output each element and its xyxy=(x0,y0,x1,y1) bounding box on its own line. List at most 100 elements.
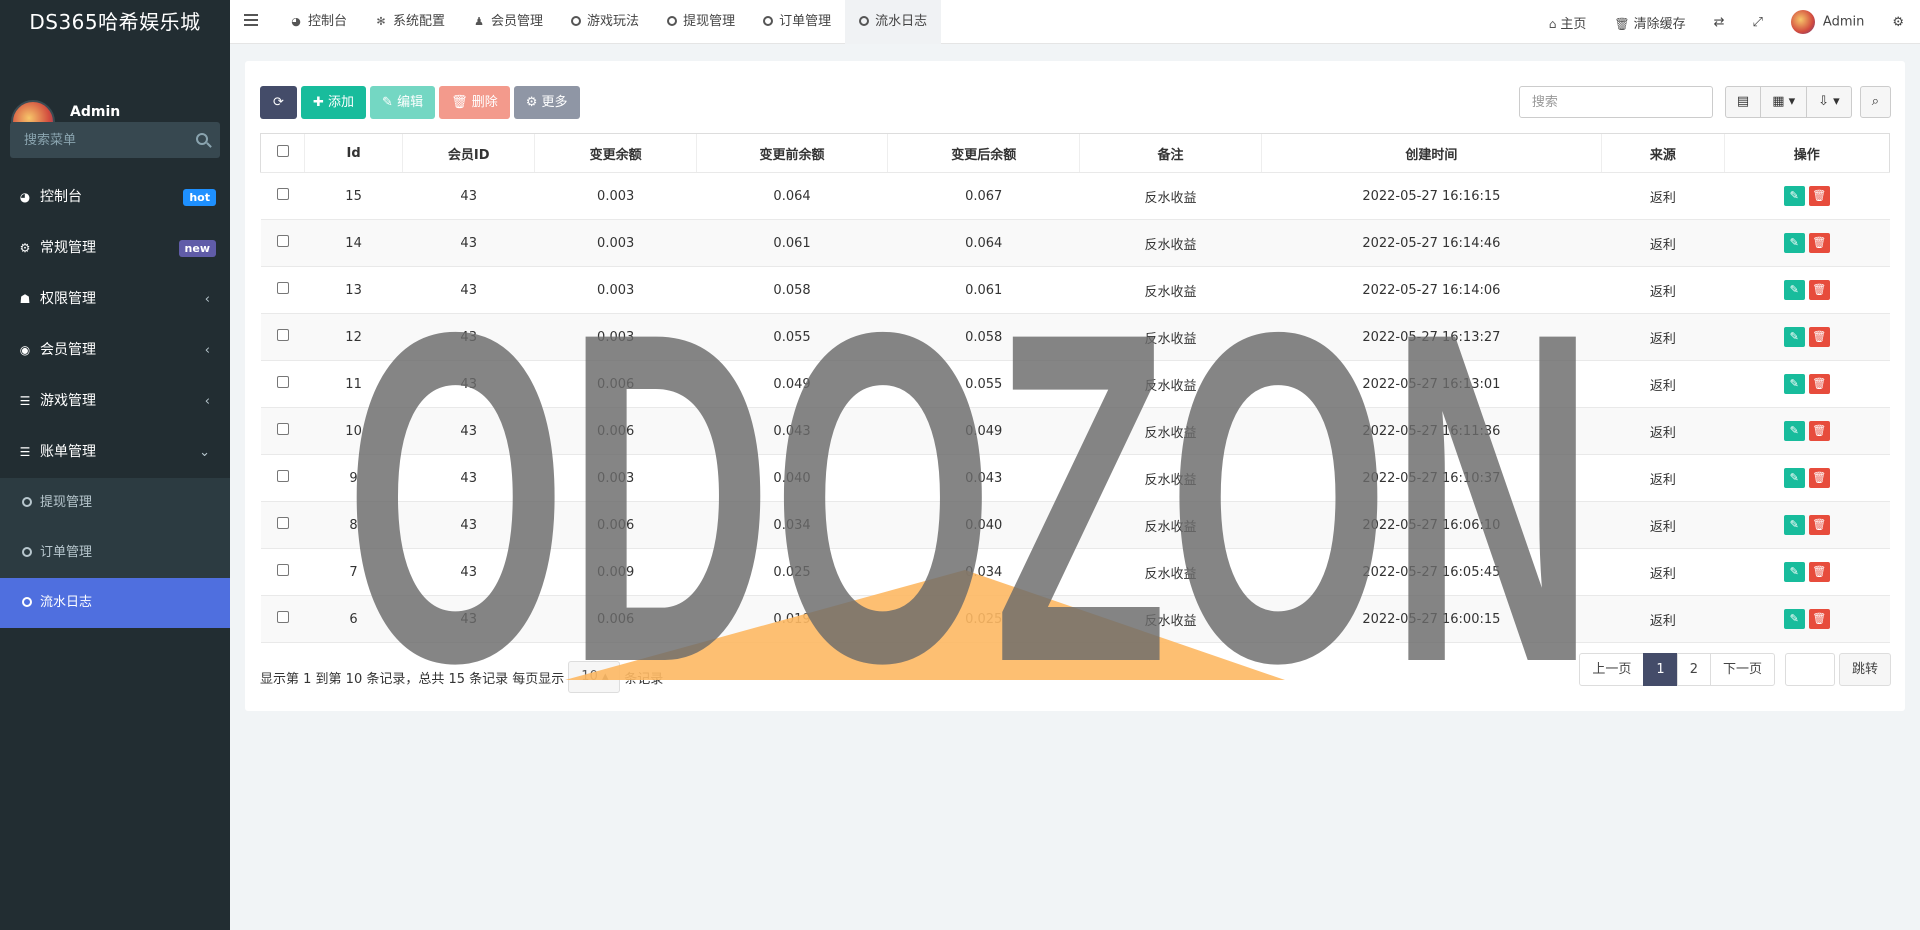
table-row[interactable]: 12 43 0.003 0.055 0.058 反水收益 2022-05-27 16:13:… xyxy=(260,313,1890,361)
row-checkbox[interactable] xyxy=(276,235,289,247)
fullscreen-icon[interactable]: ⤢ xyxy=(1753,15,1763,30)
cell-source-link[interactable]: 返利 xyxy=(1601,360,1725,408)
sidebar-item-dashboard[interactable]: ◕ 控制台 hot xyxy=(0,172,230,223)
sidebar-item-game[interactable]: ☰ 游戏管理 ‹ xyxy=(0,376,230,427)
tab-member[interactable]: ♟ 会员管理 xyxy=(459,0,557,44)
table-row[interactable]: 13 43 0.003 0.058 0.061 反水收益 2022-05-27 16:14:… xyxy=(260,266,1890,314)
row-checkbox[interactable] xyxy=(276,423,289,435)
edit-row-button[interactable]: ✎ xyxy=(1783,327,1805,347)
delete-row-button[interactable]: 🗑 xyxy=(1808,233,1830,253)
row-checkbox[interactable] xyxy=(276,564,289,576)
home-link[interactable]: ⌂ 主页 xyxy=(1549,13,1587,32)
column-header[interactable]: 创建时间 xyxy=(1260,133,1602,173)
column-header[interactable]: Id xyxy=(304,133,403,173)
column-header[interactable]: 会员ID xyxy=(402,133,535,173)
cell-source-link[interactable]: 返利 xyxy=(1601,501,1725,549)
tab-dashboard[interactable]: ◕ 控制台 xyxy=(276,0,361,44)
delete-row-button[interactable]: 🗑 xyxy=(1808,515,1830,535)
cell-source-link[interactable]: 返利 xyxy=(1601,407,1725,455)
toggle-view-button[interactable]: ▤ xyxy=(1724,86,1762,118)
sidebar-item-permission[interactable]: ☗ 权限管理 ‹ xyxy=(0,274,230,325)
more-button[interactable]: ⚙ 更多 xyxy=(513,86,580,119)
table-row[interactable]: 10 43 0.006 0.043 0.049 反水收益 2022-05-27 16:11:… xyxy=(260,407,1890,455)
sidebar-item-bill[interactable]: ☰ 账单管理 ⌄ xyxy=(0,427,230,478)
column-header[interactable]: 来源 xyxy=(1601,133,1725,173)
brand-title[interactable]: DS365哈希娱乐城 xyxy=(0,0,230,44)
table-row[interactable]: 15 43 0.003 0.064 0.067 反水收益 2022-05-27 16:16:… xyxy=(260,172,1890,220)
next-page-button[interactable]: 下一页 xyxy=(1709,653,1775,686)
row-checkbox[interactable] xyxy=(276,329,289,341)
tab-system-config[interactable]: ✻ 系统配置 xyxy=(361,0,459,44)
delete-row-button[interactable]: 🗑 xyxy=(1808,327,1830,347)
menu-toggle-icon[interactable] xyxy=(244,14,258,28)
row-checkbox[interactable] xyxy=(276,611,289,623)
cell-source-link[interactable]: 返利 xyxy=(1601,548,1725,596)
edit-row-button[interactable]: ✎ xyxy=(1783,468,1805,488)
column-header[interactable]: 变更前余额 xyxy=(695,133,888,173)
sidebar-item-member[interactable]: ◉ 会员管理 ‹ xyxy=(0,325,230,376)
page-size-select[interactable]: 10 ▴ xyxy=(568,661,621,693)
admin-menu[interactable]: Admin xyxy=(1790,10,1864,34)
sidebar-subitem-withdraw[interactable]: 提现管理 xyxy=(0,478,230,528)
delete-row-button[interactable]: 🗑 xyxy=(1808,186,1830,206)
translate-icon[interactable]: ⇄ xyxy=(1714,15,1725,30)
columns-button[interactable]: ▦ ▾ xyxy=(1761,86,1808,118)
table-search-input[interactable] xyxy=(1518,86,1713,118)
sidebar-search-input[interactable] xyxy=(10,122,220,158)
delete-row-button[interactable]: 🗑 xyxy=(1808,468,1830,488)
advanced-search-button[interactable]: ⌕ xyxy=(1859,86,1891,118)
delete-button[interactable]: 🗑 删除 xyxy=(439,86,510,119)
table-row[interactable]: 14 43 0.003 0.061 0.064 反水收益 2022-05-27 16:14:… xyxy=(260,219,1890,267)
edit-row-button[interactable]: ✎ xyxy=(1783,233,1805,253)
edit-row-button[interactable]: ✎ xyxy=(1783,562,1805,582)
refresh-button[interactable]: ⟳ xyxy=(260,86,297,119)
cell-source-link[interactable]: 返利 xyxy=(1601,313,1725,361)
delete-row-button[interactable]: 🗑 xyxy=(1808,374,1830,394)
delete-row-button[interactable]: 🗑 xyxy=(1808,421,1830,441)
row-checkbox[interactable] xyxy=(276,282,289,294)
edit-row-button[interactable]: ✎ xyxy=(1783,186,1805,206)
column-header[interactable]: 变更余额 xyxy=(534,133,697,173)
clear-cache-button[interactable]: 🗑 清除缓存 xyxy=(1614,13,1685,32)
cell-source-link[interactable]: 返利 xyxy=(1601,172,1725,220)
export-button[interactable]: ⇩ ▾ xyxy=(1807,86,1852,118)
tab-order[interactable]: 订单管理 xyxy=(749,0,845,44)
cell-source-link[interactable]: 返利 xyxy=(1601,454,1725,502)
delete-row-button[interactable]: 🗑 xyxy=(1808,609,1830,629)
sidebar-item-general[interactable]: ⚙ 常规管理 new xyxy=(0,223,230,274)
edit-row-button[interactable]: ✎ xyxy=(1783,374,1805,394)
column-header[interactable]: 变更后余额 xyxy=(887,133,1080,173)
cell-source-link[interactable]: 返利 xyxy=(1601,219,1725,267)
settings-icon[interactable]: ⚙ xyxy=(1892,15,1904,30)
edit-row-button[interactable]: ✎ xyxy=(1783,421,1805,441)
table-row[interactable]: 11 43 0.006 0.049 0.055 反水收益 2022-05-27 16:13:… xyxy=(260,360,1890,408)
edit-row-button[interactable]: ✎ xyxy=(1783,609,1805,629)
page-button[interactable]: 1 xyxy=(1643,653,1678,686)
search-icon[interactable] xyxy=(196,133,208,145)
select-all-checkbox[interactable] xyxy=(276,145,289,157)
cell-source-link[interactable]: 返利 xyxy=(1601,595,1725,643)
delete-row-button[interactable]: 🗑 xyxy=(1808,280,1830,300)
tab-game-rules[interactable]: 游戏玩法 xyxy=(557,0,653,44)
table-row[interactable]: 8 43 0.006 0.034 0.040 反水收益 2022-05-27 16:06:1… xyxy=(260,501,1890,549)
edit-row-button[interactable]: ✎ xyxy=(1783,515,1805,535)
cell-source-link[interactable]: 返利 xyxy=(1601,266,1725,314)
jump-page-input[interactable] xyxy=(1784,653,1835,686)
column-header[interactable]: 备注 xyxy=(1079,133,1262,173)
sidebar-subitem-flowlog[interactable]: 流水日志 xyxy=(0,578,230,628)
tab-withdraw[interactable]: 提现管理 xyxy=(653,0,749,44)
table-row[interactable]: 7 43 0.009 0.025 0.034 反水收益 2022-05-27 16:05:4… xyxy=(260,548,1890,596)
edit-row-button[interactable]: ✎ xyxy=(1783,280,1805,300)
sidebar-subitem-order[interactable]: 订单管理 xyxy=(0,528,230,578)
table-row[interactable]: 6 43 0.006 0.019 0.025 反水收益 2022-05-27 16:00:1… xyxy=(260,595,1890,643)
tab-flowlog[interactable]: 流水日志 xyxy=(845,0,942,44)
row-checkbox[interactable] xyxy=(276,376,289,388)
row-checkbox[interactable] xyxy=(276,517,289,529)
edit-button[interactable]: ✎ 编辑 xyxy=(370,86,436,119)
delete-row-button[interactable]: 🗑 xyxy=(1808,562,1830,582)
row-checkbox[interactable] xyxy=(276,188,289,200)
add-button[interactable]: ✚ 添加 xyxy=(301,86,367,119)
row-checkbox[interactable] xyxy=(276,470,289,482)
prev-page-button[interactable]: 上一页 xyxy=(1579,653,1645,686)
table-row[interactable]: 9 43 0.003 0.040 0.043 反水收益 2022-05-27 16:10:3… xyxy=(260,454,1890,502)
